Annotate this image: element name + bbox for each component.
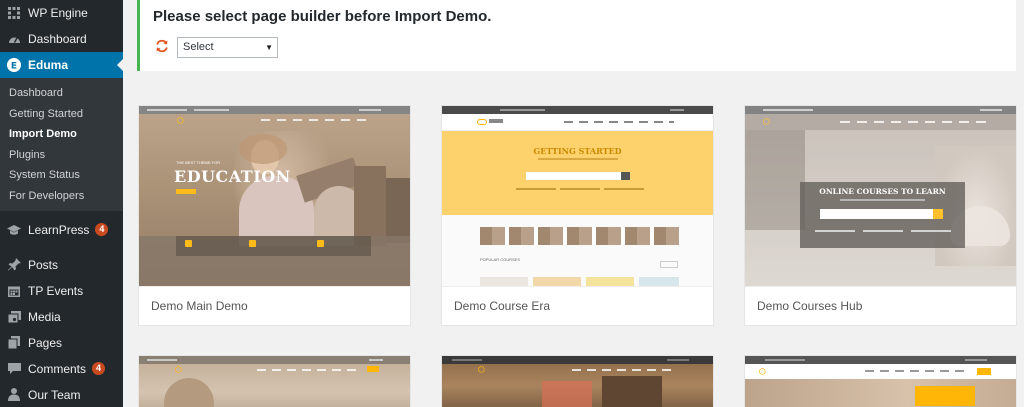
menu-label: Media bbox=[28, 309, 61, 324]
dropdown-arrow-icon: ▼ bbox=[265, 43, 273, 52]
demo-card-main[interactable]: ◯ THE BEST THEME FOR EDUCATION Demo Main… bbox=[138, 105, 411, 326]
demo-caption: Demo Courses Hub bbox=[745, 286, 1016, 325]
comment-icon bbox=[7, 362, 21, 376]
menu-label: TP Events bbox=[28, 283, 84, 298]
menu-item-posts[interactable]: Posts bbox=[0, 252, 123, 278]
menu-item-tp-events[interactable]: TP Events bbox=[0, 278, 123, 304]
demo-card-course-era[interactable]: GETTING STARTED POPULAR COURSES Demo Cou… bbox=[441, 105, 714, 326]
calendar-icon bbox=[7, 284, 21, 298]
menu-label: LearnPress bbox=[28, 222, 90, 237]
pages-icon bbox=[7, 336, 21, 350]
demo-card-4[interactable]: ◯ bbox=[138, 355, 411, 407]
gauge-icon bbox=[7, 32, 21, 46]
select-value: Select bbox=[183, 41, 214, 53]
demo-card-courses-hub[interactable]: ◯ ONLINE COURSES TO LEARN Demo Courses H… bbox=[744, 105, 1017, 326]
demo-screenshot: ◯ bbox=[745, 356, 1016, 407]
menu-label: Eduma bbox=[28, 58, 69, 72]
menu-label: Pages bbox=[28, 335, 63, 350]
menu-label: WP Engine bbox=[28, 6, 88, 20]
notice-message: Please select page builder before Import… bbox=[153, 8, 492, 25]
submenu-dashboard[interactable]: Dashboard bbox=[0, 83, 123, 104]
submenu-plugins[interactable]: Plugins bbox=[0, 145, 123, 166]
demo-screenshot: ◯ bbox=[442, 356, 713, 407]
menu-item-comments[interactable]: Comments 4 bbox=[0, 356, 123, 382]
demo-screenshot: ◯ THE BEST THEME FOR EDUCATION bbox=[139, 106, 410, 286]
menu-item-learnpress[interactable]: LearnPress 4 bbox=[0, 217, 123, 243]
submenu-getting-started[interactable]: Getting Started bbox=[0, 104, 123, 125]
hero-title: GETTING STARTED bbox=[533, 146, 622, 156]
menu-label: Our Team bbox=[28, 387, 81, 402]
demo-caption: Demo Course Era bbox=[442, 286, 713, 325]
team-icon bbox=[7, 388, 21, 402]
eduma-icon: E bbox=[7, 58, 21, 72]
demo-screenshot: ◯ ONLINE COURSES TO LEARN bbox=[745, 106, 1016, 286]
menu-item-our-team[interactable]: Our Team bbox=[0, 382, 123, 407]
pending-count-badge: 4 bbox=[92, 362, 106, 376]
import-notice: Please select page builder before Import… bbox=[137, 0, 1016, 71]
menu-label: Posts bbox=[28, 257, 59, 272]
menu-label: Dashboard bbox=[28, 32, 87, 46]
menu-item-pages[interactable]: Pages bbox=[0, 330, 123, 356]
menu-item-dashboard[interactable]: Dashboard bbox=[0, 26, 123, 52]
svg-text:E: E bbox=[11, 62, 17, 72]
eduma-submenu: Dashboard Getting Started Import Demo Pl… bbox=[0, 78, 123, 211]
media-icon bbox=[7, 310, 21, 324]
demo-caption: Demo Main Demo bbox=[139, 286, 410, 325]
menu-item-wp-engine[interactable]: WP Engine bbox=[0, 0, 123, 26]
submenu-for-developers[interactable]: For Developers bbox=[0, 186, 123, 207]
refresh-icon[interactable] bbox=[155, 39, 169, 53]
demo-card-6[interactable]: ◯ bbox=[744, 355, 1017, 407]
graduation-cap-icon bbox=[7, 223, 21, 237]
page-builder-select[interactable]: Select ▼ bbox=[177, 37, 278, 58]
demo-screenshot: GETTING STARTED POPULAR COURSES bbox=[442, 106, 713, 286]
menu-label: Comments bbox=[28, 361, 87, 376]
menu-item-media[interactable]: Media bbox=[0, 304, 123, 330]
submenu-system-status[interactable]: System Status bbox=[0, 165, 123, 186]
menu-item-eduma[interactable]: E Eduma bbox=[0, 52, 123, 78]
submenu-import-demo[interactable]: Import Demo bbox=[0, 124, 123, 145]
update-count-badge: 4 bbox=[95, 223, 109, 237]
demo-card-5[interactable]: ◯ bbox=[441, 355, 714, 407]
grid-icon bbox=[7, 6, 21, 20]
demo-screenshot: ◯ bbox=[139, 356, 410, 407]
pin-icon bbox=[7, 258, 21, 272]
admin-sidebar: WP Engine Dashboard E Eduma Dashboard Ge… bbox=[0, 0, 123, 407]
section-label: POPULAR COURSES bbox=[480, 257, 521, 262]
